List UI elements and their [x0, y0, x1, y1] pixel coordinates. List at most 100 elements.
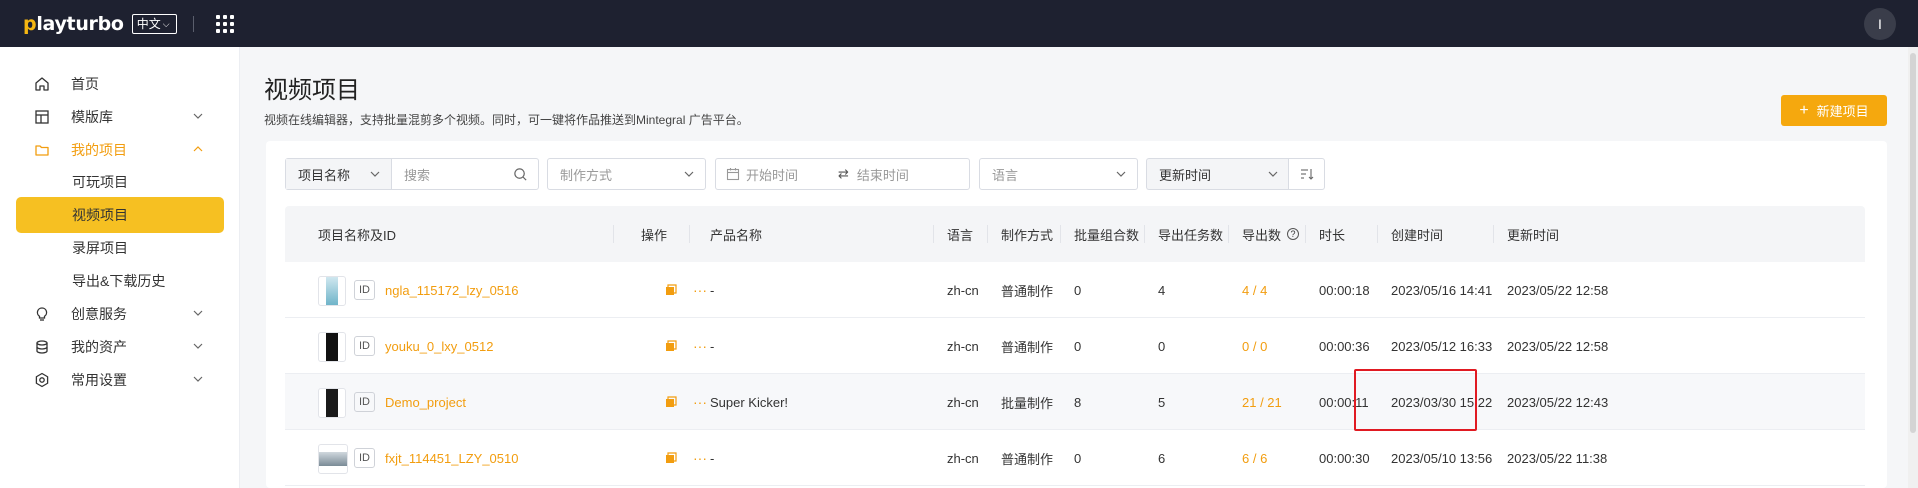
chevron-down-icon	[193, 310, 203, 316]
highlight-annotation-box	[1354, 369, 1477, 431]
sidebar-item-my-assets[interactable]: 我的资产	[16, 329, 224, 365]
id-badge[interactable]: ID	[354, 336, 375, 356]
sidebar-item-settings[interactable]: 常用设置	[16, 362, 224, 398]
bulb-icon	[33, 305, 51, 323]
project-name-link[interactable]: youku_0_lxy_0512	[385, 318, 493, 374]
language-select[interactable]: 中文 ⌵	[131, 13, 177, 34]
language-filter-select[interactable]: 语言	[979, 158, 1138, 190]
language-cell: zh-cn	[947, 338, 979, 354]
method-cell: 普通制作	[1001, 283, 1054, 299]
copy-icon[interactable]	[665, 284, 677, 296]
name-search-group: 项目名称 搜索	[285, 158, 539, 190]
tasks-cell: 6	[1158, 450, 1166, 466]
sidebar-item-recording-projects[interactable]: 录屏项目	[16, 230, 224, 266]
chevron-down-icon	[370, 171, 380, 177]
sidebar-item-home[interactable]: 首页	[16, 66, 224, 102]
start-time-input[interactable]: 开始时间	[746, 165, 798, 184]
product-cell: -	[710, 282, 715, 298]
project-name-link[interactable]: Demo_project	[385, 374, 466, 430]
divider	[192, 15, 194, 32]
product-cell: -	[710, 450, 715, 466]
created-cell: 2023/05/10 13:56	[1391, 450, 1493, 466]
playturbo-logo[interactable]: playturbo	[23, 13, 124, 35]
table-row[interactable]: ID youku_0_lxy_0512 ··· - zh-cn 普通制作 0 0…	[285, 318, 1865, 374]
project-name-link[interactable]: ngla_115172_lzy_0516	[385, 262, 519, 318]
language-label: 中文	[136, 16, 161, 31]
sidebar-item-video-projects[interactable]: 视频项目	[16, 197, 224, 233]
search-icon[interactable]	[513, 167, 528, 182]
col-header-combos: 批量组合数	[1074, 227, 1140, 243]
search-input[interactable]: 搜索	[392, 159, 538, 189]
updated-cell: 2023/05/22 11:38	[1507, 450, 1608, 466]
more-icon[interactable]: ···	[693, 451, 707, 465]
sidebar-item-label: 我的资产	[71, 339, 127, 355]
top-bar: playturbo 中文 ⌵ I	[0, 0, 1918, 47]
col-header-name: 项目名称及ID	[318, 227, 397, 243]
product-cell: Super Kicker!	[710, 394, 789, 410]
chevron-up-icon	[193, 146, 203, 152]
chevron-down-icon	[1116, 171, 1126, 177]
col-header-tasks: 导出任务数	[1158, 227, 1224, 243]
method-cell: 普通制作	[1001, 451, 1054, 467]
apps-grid-icon[interactable]	[215, 14, 234, 33]
combos-cell: 0	[1074, 338, 1082, 354]
search-field-selector[interactable]: 项目名称	[286, 159, 392, 189]
more-icon[interactable]: ···	[693, 283, 707, 297]
id-badge[interactable]: ID	[354, 448, 375, 468]
tasks-cell: 5	[1158, 394, 1166, 410]
duration-cell: 00:00:36	[1319, 338, 1370, 354]
duration-cell: 00:00:30	[1319, 450, 1370, 466]
exports-cell[interactable]: 0 / 0	[1242, 318, 1267, 374]
id-badge[interactable]: ID	[354, 392, 375, 412]
table-row[interactable]: ID fxjt_114451_LZY_0510 ··· - zh-cn 普通制作…	[285, 430, 1865, 486]
date-range-picker[interactable]: 开始时间 ⇄ 结束时间	[715, 158, 970, 190]
new-project-button[interactable]: + 新建项目	[1781, 95, 1887, 126]
table-row[interactable]: ID Demo_project ··· Super Kicker! zh-cn …	[285, 374, 1865, 430]
copy-icon[interactable]	[665, 396, 677, 408]
chevron-down-icon	[684, 171, 694, 177]
sort-field-select[interactable]: 更新时间	[1146, 158, 1289, 190]
sidebar-item-label: 创意服务	[71, 306, 127, 322]
sidebar-item-export-history[interactable]: 导出&下载历史	[16, 263, 224, 299]
sidebar-item-creative-services[interactable]: 创意服务	[16, 296, 224, 332]
database-icon	[33, 338, 51, 356]
exports-cell[interactable]: 4 / 4	[1242, 262, 1267, 318]
project-thumbnail[interactable]	[318, 276, 346, 306]
col-header-duration: 时长	[1319, 227, 1346, 243]
combos-cell: 0	[1074, 282, 1082, 298]
col-header-product: 产品名称	[710, 227, 763, 243]
language-cell: zh-cn	[947, 394, 979, 410]
project-thumbnail[interactable]	[318, 332, 346, 362]
exports-cell[interactable]: 6 / 6	[1242, 430, 1267, 486]
end-time-input[interactable]: 结束时间	[857, 165, 909, 184]
copy-icon[interactable]	[665, 340, 677, 352]
sidebar-item-my-projects[interactable]: 我的项目	[16, 132, 224, 168]
sidebar-item-template-library[interactable]: 模版库	[16, 99, 224, 135]
user-avatar[interactable]: I	[1864, 8, 1896, 40]
copy-icon[interactable]	[665, 452, 677, 464]
sidebar-item-playable-projects[interactable]: 可玩项目	[16, 164, 224, 200]
created-cell: 2023/05/16 14:41	[1391, 282, 1493, 298]
table-row[interactable]: ID ngla_115172_lzy_0516 ··· - zh-cn 普通制作…	[285, 262, 1865, 318]
sidebar-item-label: 首页	[71, 76, 99, 92]
project-thumbnail[interactable]	[318, 444, 348, 474]
exports-cell[interactable]: 21 / 21	[1242, 374, 1282, 430]
project-thumbnail[interactable]	[318, 388, 346, 418]
updated-cell: 2023/05/22 12:58	[1507, 282, 1609, 298]
table-header: 项目名称及ID 操作 产品名称 语言 制作方式 批量组合数 导出任务数 导出数?…	[285, 206, 1865, 262]
id-badge[interactable]: ID	[354, 280, 375, 300]
home-icon	[33, 75, 51, 93]
project-name-link[interactable]: fxjt_114451_LZY_0510	[385, 430, 518, 486]
more-icon[interactable]: ···	[693, 339, 707, 353]
folder-icon	[33, 141, 51, 159]
sort-order-button[interactable]	[1288, 158, 1325, 190]
scrollbar-thumb[interactable]	[1910, 53, 1916, 433]
chevron-down-icon	[1268, 171, 1278, 177]
more-icon[interactable]: ···	[693, 395, 707, 409]
help-icon[interactable]: ?	[1287, 228, 1300, 240]
settings-icon	[33, 371, 51, 389]
template-icon	[33, 108, 51, 126]
method-cell: 批量制作	[1001, 395, 1054, 411]
method-select[interactable]: 制作方式	[547, 158, 706, 190]
duration-cell: 00:00:18	[1319, 282, 1370, 298]
